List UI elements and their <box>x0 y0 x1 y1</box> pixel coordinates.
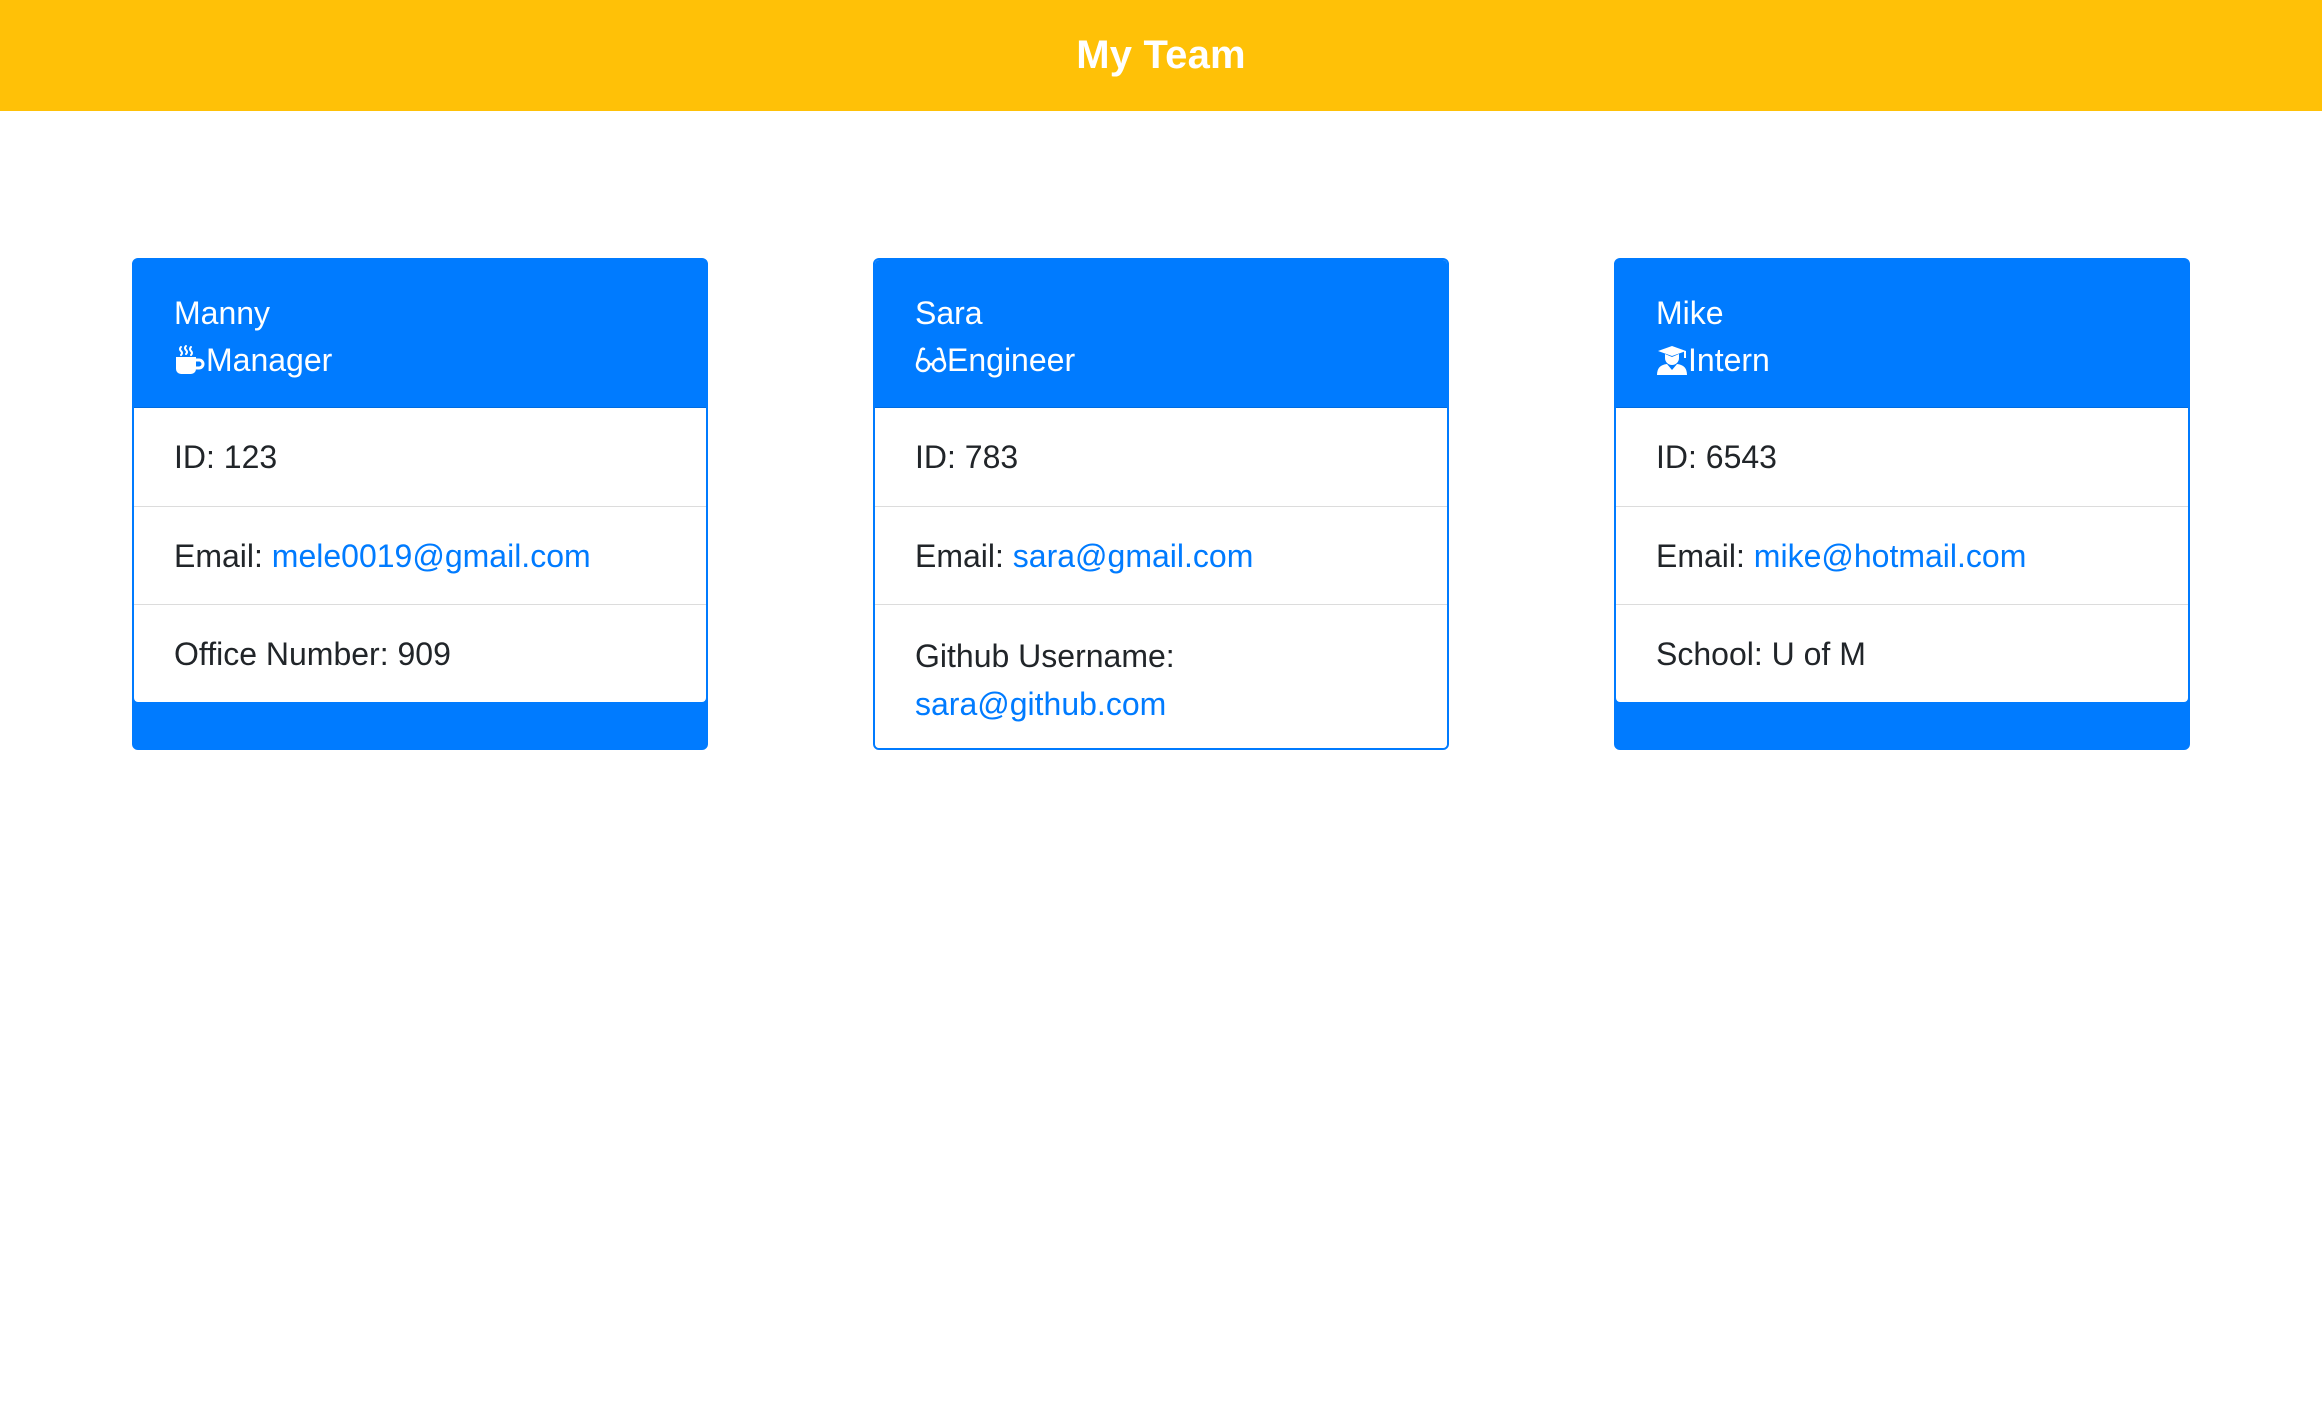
employee-id-row: ID: 6543 <box>1616 408 2188 506</box>
github-label: Github Username: <box>915 638 1175 674</box>
card-header: Mike Intern <box>1616 260 2188 408</box>
id-value: 783 <box>964 439 1019 475</box>
mug-hot-icon <box>174 344 206 376</box>
email-link[interactable]: mele0019@gmail.com <box>272 538 591 574</box>
employee-role: Engineer <box>915 336 1447 384</box>
card-header: Manny Manager <box>134 260 706 408</box>
glasses-icon <box>915 344 947 376</box>
office-number-row: Office Number: 909 <box>134 604 706 702</box>
employee-email-row: Email: mele0019@gmail.com <box>134 506 706 604</box>
employee-role: Intern <box>1656 336 2188 384</box>
employee-details: ID: 6543 Email: mike@hotmail.com School:… <box>1616 408 2188 702</box>
email-label: Email: <box>1656 538 1754 574</box>
employee-card-engineer: Sara Engineer ID: 783 Email: sara@gmail.… <box>873 258 1449 750</box>
office-number-label: Office Number: <box>174 636 398 672</box>
employee-role-label: Engineer <box>947 342 1076 378</box>
email-label: Email: <box>915 538 1013 574</box>
id-label: ID: <box>1656 439 1706 475</box>
id-value: 6543 <box>1705 439 1777 475</box>
employee-card-intern: Mike Intern ID: 6543 Email: mike@hotmail… <box>1614 258 2190 750</box>
employee-role-label: Manager <box>206 342 333 378</box>
id-label: ID: <box>174 439 224 475</box>
employee-name: Sara <box>915 295 983 331</box>
github-row: Github Username: sara@github.com <box>875 604 1447 748</box>
employee-name: Manny <box>174 295 271 331</box>
school-label: School: <box>1656 636 1772 672</box>
employee-details: ID: 123 Email: mele0019@gmail.com Office… <box>134 408 706 702</box>
employee-details: ID: 783 Email: sara@gmail.com Github Use… <box>875 408 1447 748</box>
employee-role-label: Intern <box>1688 342 1770 378</box>
id-label: ID: <box>915 439 965 475</box>
id-value: 123 <box>223 439 278 475</box>
github-link[interactable]: sara@github.com <box>915 686 1166 722</box>
school-row: School: U of M <box>1616 604 2188 702</box>
employee-role: Manager <box>174 336 706 384</box>
employee-email-row: Email: mike@hotmail.com <box>1616 506 2188 604</box>
card-header: Sara Engineer <box>875 260 1447 408</box>
employee-card-manager: Manny Manager ID: 123 Email: mele0019@gm… <box>132 258 708 750</box>
school-value: U of M <box>1771 636 1866 672</box>
page-header: My Team <box>0 0 2322 111</box>
page-title: My Team <box>1076 33 1246 77</box>
employee-name: Mike <box>1656 295 1724 331</box>
email-link[interactable]: sara@gmail.com <box>1013 538 1254 574</box>
office-number-value: 909 <box>397 636 451 672</box>
email-label: Email: <box>174 538 272 574</box>
employee-id-row: ID: 123 <box>134 408 706 506</box>
user-graduate-icon <box>1656 344 1688 376</box>
employee-email-row: Email: sara@gmail.com <box>875 506 1447 604</box>
employee-id-row: ID: 783 <box>875 408 1447 506</box>
email-link[interactable]: mike@hotmail.com <box>1754 538 2027 574</box>
